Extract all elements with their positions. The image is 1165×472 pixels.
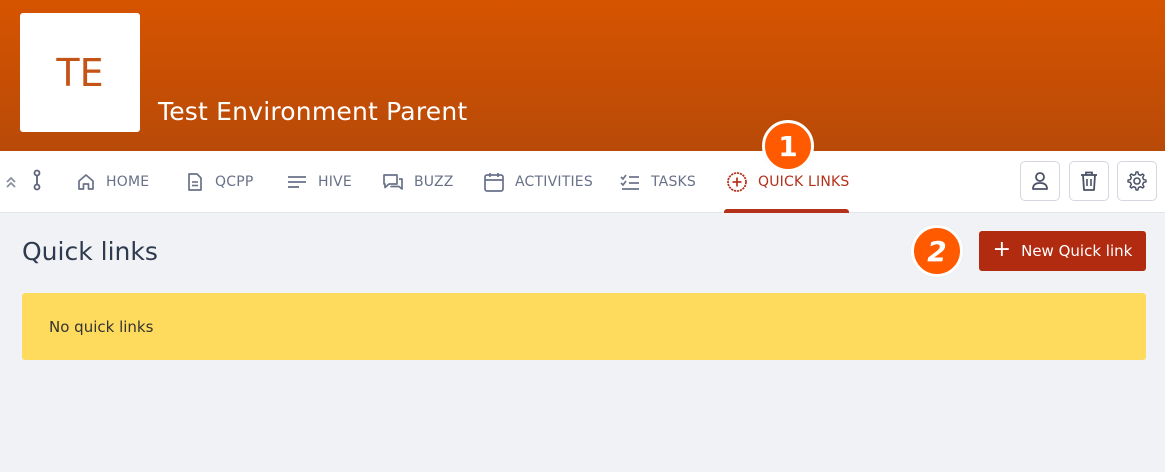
callout-badge-1: 1 <box>762 120 814 172</box>
checklist-icon <box>620 174 639 190</box>
trash-button[interactable] <box>1069 161 1109 201</box>
nav-item-tasks[interactable]: TASKS <box>619 151 696 213</box>
callout-badge-2: 2 <box>911 225 963 277</box>
org-name: Test Environment Parent <box>158 97 468 126</box>
org-avatar: TE <box>20 13 140 132</box>
nav-label-activities: ACTIVITIES <box>515 174 593 190</box>
home-icon <box>78 174 94 190</box>
main-nav: HOME QCPP HIVE BUZZ ACTIVITIES TASKS QUI… <box>0 151 1165 213</box>
new-quick-link-button[interactable]: + New Quick link <box>979 231 1146 271</box>
calendar-icon <box>484 173 504 192</box>
user-button[interactable] <box>1020 161 1060 201</box>
nav-item-home[interactable]: HOME <box>76 151 149 213</box>
trash-icon <box>1081 171 1097 191</box>
page-title: Quick links <box>22 237 158 266</box>
nav-label-home: HOME <box>106 174 150 190</box>
nav-label-buzz: BUZZ <box>414 174 454 190</box>
chat-icon <box>383 174 403 190</box>
document-icon <box>188 173 202 191</box>
nav-item-activities[interactable]: ACTIVITIES <box>483 151 593 213</box>
plus-circle-icon <box>727 172 747 192</box>
plus-icon: + <box>992 236 1012 262</box>
gear-icon <box>1127 171 1147 191</box>
nav-label-tasks: TASKS <box>651 174 696 190</box>
org-header: TE Test Environment Parent <box>0 0 1165 151</box>
lines-icon <box>288 176 306 188</box>
empty-state-message: No quick links <box>49 317 154 336</box>
new-quick-link-label: New Quick link <box>1021 242 1133 260</box>
nav-item-buzz[interactable]: BUZZ <box>382 151 454 213</box>
nav-label-qcpp: QCPP <box>215 174 254 190</box>
nav-item-hive[interactable]: HIVE <box>286 151 352 213</box>
active-tab-indicator <box>724 209 849 213</box>
pin-icon[interactable] <box>30 169 44 193</box>
empty-state-alert: No quick links <box>22 293 1146 360</box>
user-icon <box>1032 172 1048 190</box>
collapse-up-icon[interactable] <box>4 173 18 191</box>
nav-item-qcpp[interactable]: QCPP <box>185 151 253 213</box>
org-initials: TE <box>56 50 104 95</box>
nav-label-hive: HIVE <box>318 174 352 190</box>
nav-label-quick-links: QUICK LINKS <box>758 174 850 190</box>
settings-button[interactable] <box>1117 161 1157 201</box>
